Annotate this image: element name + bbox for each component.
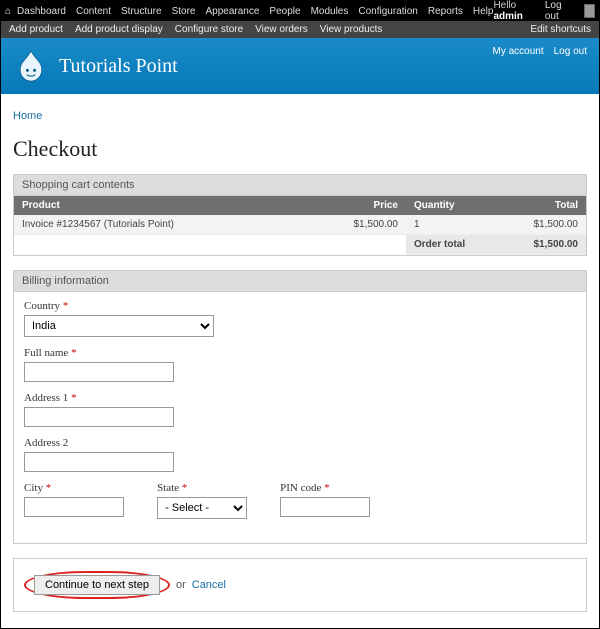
menu-dashboard[interactable]: Dashboard [17, 6, 66, 17]
menu-store[interactable]: Store [172, 6, 196, 17]
site-title: Tutorials Point [59, 55, 178, 78]
page-title: Checkout [13, 136, 587, 162]
admin-toolbar: ⌂ Dashboard Content Structure Store Appe… [1, 1, 599, 21]
col-total: Total [476, 196, 586, 215]
country-label: Country * [24, 300, 576, 312]
order-total-value: $1,500.00 [476, 235, 586, 255]
menu-help[interactable]: Help [473, 6, 494, 17]
col-product: Product [14, 196, 316, 215]
shortcut-configure-store[interactable]: Configure store [175, 24, 243, 35]
logout-link-header[interactable]: Log out [554, 46, 587, 57]
address2-input[interactable] [24, 452, 174, 472]
shortcut-add-product[interactable]: Add product [9, 24, 63, 35]
city-input[interactable] [24, 497, 124, 517]
state-label: State * [157, 482, 247, 494]
billing-panel-title: Billing information [14, 271, 586, 292]
pin-label: PIN code * [280, 482, 370, 494]
shortcut-add-product-display[interactable]: Add product display [75, 24, 163, 35]
menu-structure[interactable]: Structure [121, 6, 162, 17]
or-text: or [176, 579, 186, 591]
cell-qty: 1 [406, 215, 476, 235]
drupal-logo-icon [13, 48, 49, 84]
order-total-row: Order total $1,500.00 [14, 235, 586, 255]
state-select[interactable]: - Select - [157, 497, 247, 519]
cell-total: $1,500.00 [476, 215, 586, 235]
shortcut-view-orders[interactable]: View orders [255, 24, 308, 35]
highlight-circle: Continue to next step [24, 571, 170, 599]
form-actions: Continue to next step or Cancel [13, 558, 587, 612]
cell-price: $1,500.00 [316, 215, 406, 235]
user-greeting: Hello admin [493, 0, 534, 22]
continue-button[interactable]: Continue to next step [34, 575, 160, 595]
shortcut-bar: Add product Add product display Configur… [1, 21, 599, 38]
address1-label: Address 1 * [24, 392, 576, 404]
site-header: Tutorials Point My account Log out [1, 38, 599, 94]
menu-modules[interactable]: Modules [311, 6, 349, 17]
home-icon[interactable]: ⌂ [5, 6, 11, 17]
menu-content[interactable]: Content [76, 6, 111, 17]
logout-link[interactable]: Log out [545, 0, 570, 22]
menu-appearance[interactable]: Appearance [205, 6, 259, 17]
country-select[interactable]: India [24, 315, 214, 337]
menu-people[interactable]: People [269, 6, 300, 17]
my-account-link[interactable]: My account [492, 46, 543, 57]
cancel-link[interactable]: Cancel [192, 579, 226, 591]
breadcrumb[interactable]: Home [13, 110, 587, 122]
admin-menu: Dashboard Content Structure Store Appear… [17, 6, 493, 17]
edit-shortcuts[interactable]: Edit shortcuts [530, 24, 591, 35]
col-price: Price [316, 196, 406, 215]
menu-reports[interactable]: Reports [428, 6, 463, 17]
fullname-input[interactable] [24, 362, 174, 382]
cart-table: Product Price Quantity Total Invoice #12… [14, 196, 586, 255]
pin-input[interactable] [280, 497, 370, 517]
table-row: Invoice #1234567 (Tutorials Point) $1,50… [14, 215, 586, 235]
shortcut-view-products[interactable]: View products [320, 24, 383, 35]
cart-panel-title: Shopping cart contents [14, 175, 586, 196]
col-qty: Quantity [406, 196, 476, 215]
dropdown-toggle-icon[interactable] [584, 4, 595, 18]
fullname-label: Full name * [24, 347, 576, 359]
menu-configuration[interactable]: Configuration [358, 6, 417, 17]
city-label: City * [24, 482, 124, 494]
address2-label: Address 2 [24, 437, 576, 449]
billing-panel: Billing information Country * India Full… [13, 270, 587, 544]
cell-product: Invoice #1234567 (Tutorials Point) [14, 215, 316, 235]
address1-input[interactable] [24, 407, 174, 427]
cart-panel: Shopping cart contents Product Price Qua… [13, 174, 587, 256]
order-total-label: Order total [406, 235, 476, 255]
